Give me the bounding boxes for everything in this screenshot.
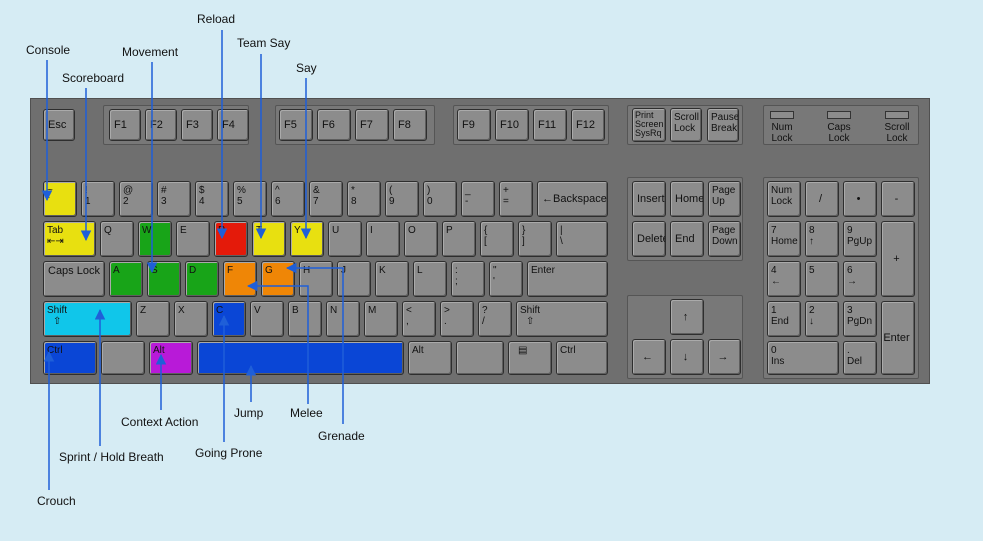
- label-going-prone: Going Prone: [195, 446, 263, 460]
- label-console: Console: [26, 43, 71, 57]
- label-sprint: Sprint / Hold Breath: [59, 450, 164, 464]
- label-movement: Movement: [122, 45, 179, 59]
- label-team-say: Team Say: [237, 36, 291, 50]
- melee-arrow: [246, 280, 309, 404]
- label-reload: Reload: [197, 12, 236, 26]
- label-scoreboard: Scoreboard: [62, 71, 125, 85]
- label-context-action: Context Action: [121, 415, 199, 429]
- label-crouch: Crouch: [37, 494, 76, 508]
- label-melee: Melee: [290, 406, 323, 420]
- label-grenade: Grenade: [318, 429, 365, 443]
- label-say: Say: [296, 61, 317, 75]
- label-jump: Jump: [234, 406, 264, 420]
- grenade-arrow: [285, 262, 344, 424]
